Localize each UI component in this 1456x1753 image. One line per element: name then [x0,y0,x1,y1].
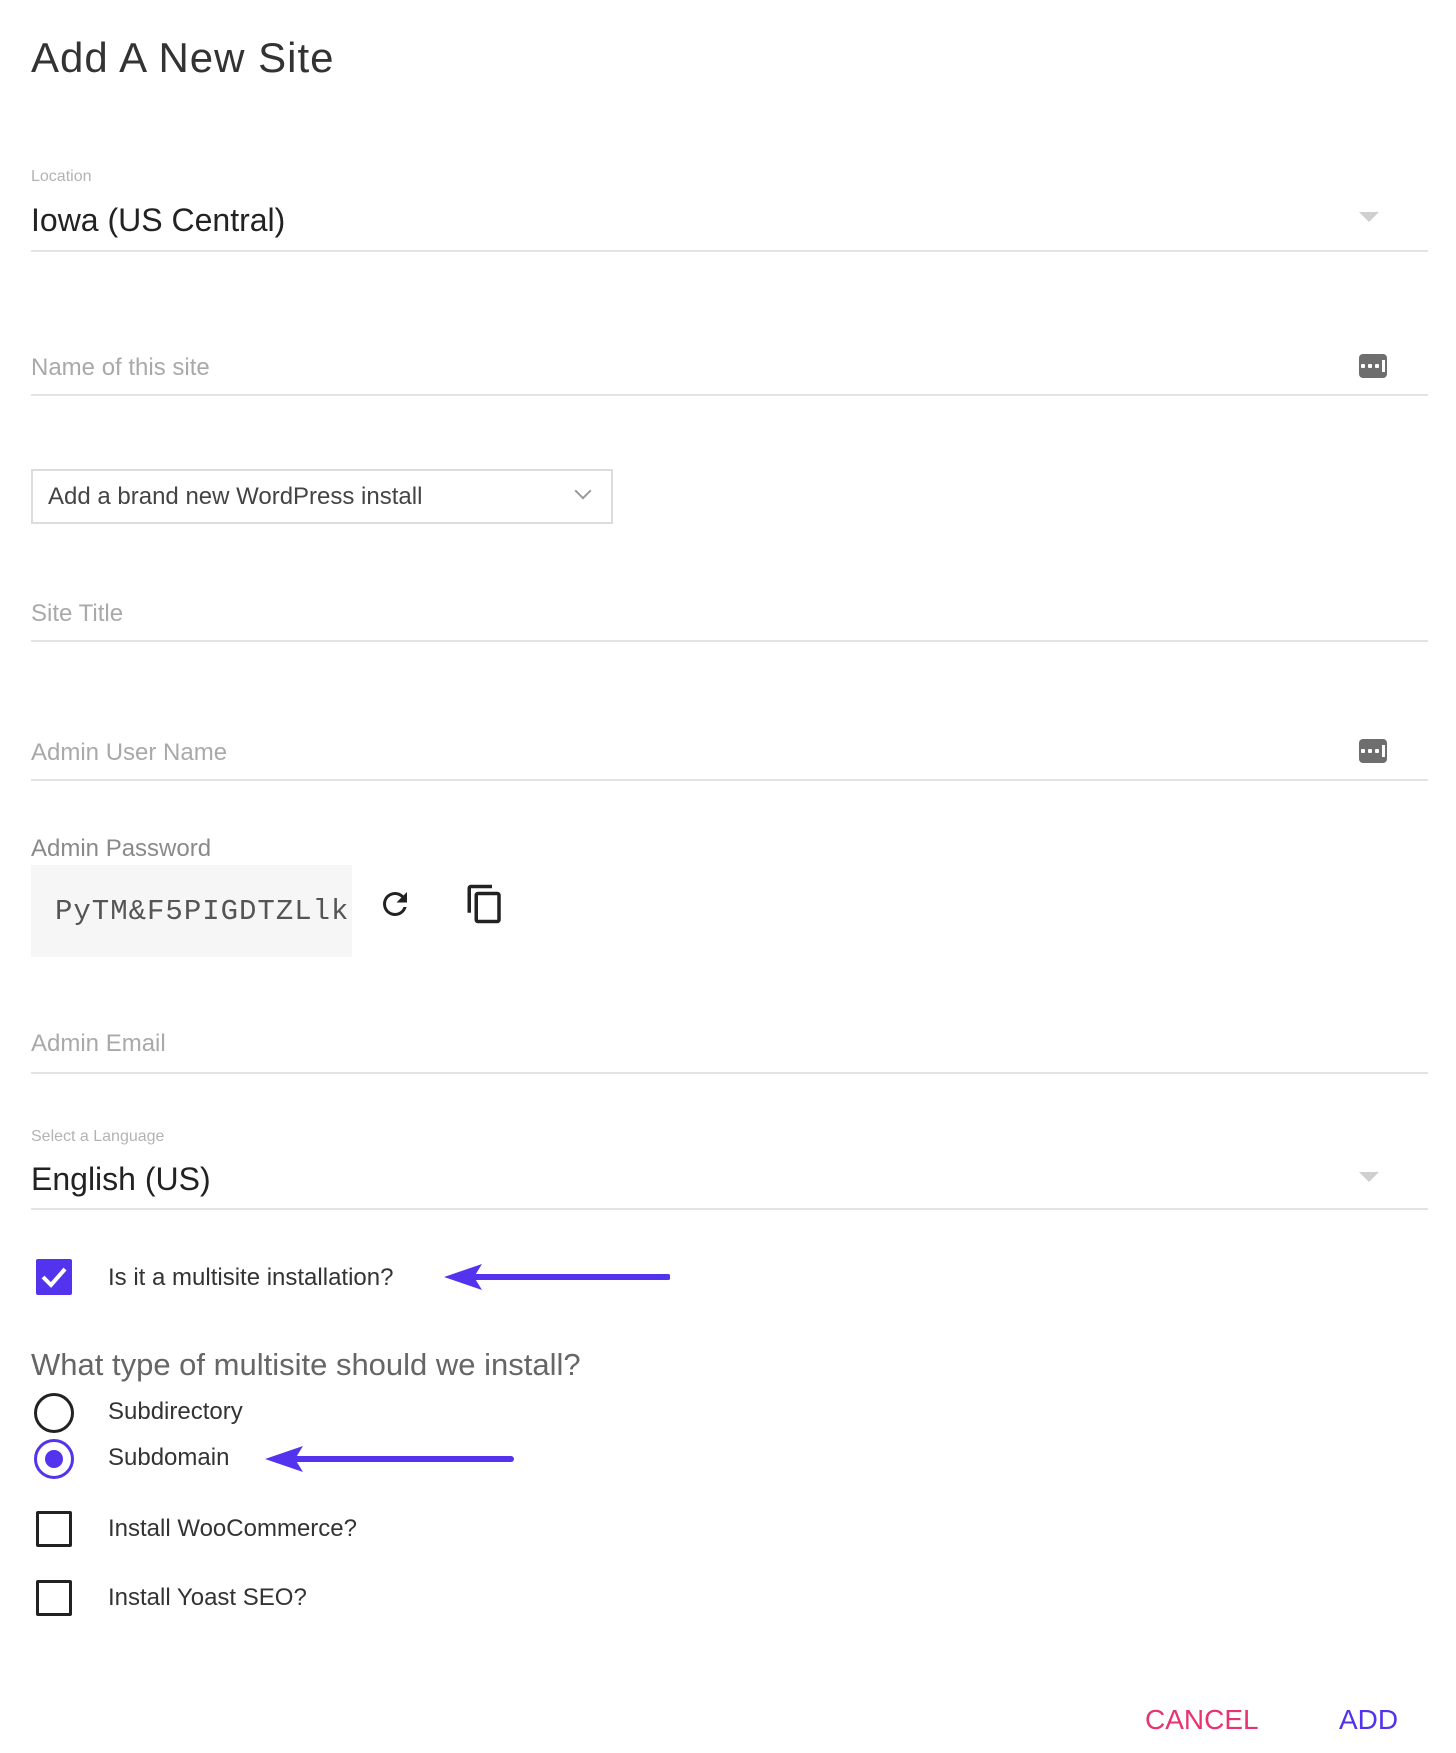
more-dots-icon[interactable] [1359,354,1387,378]
admin-user-input[interactable]: Admin User Name [31,739,227,767]
chevron-down-icon [574,482,592,500]
dialog-title: Add A New Site [31,34,335,81]
subdomain-label: Subdomain [108,1444,230,1471]
location-dropdown-icon[interactable] [1359,212,1379,222]
location-select[interactable]: Iowa (US Central) [31,202,285,239]
admin-password-field[interactable]: PyTM&F5PIGDTZLlk [31,865,352,957]
multisite-label: Is it a multisite installation? [108,1264,394,1291]
woocommerce-label: Install WooCommerce? [108,1515,357,1542]
yoast-checkbox[interactable] [36,1580,72,1616]
cancel-button[interactable]: CANCEL [1145,1704,1259,1736]
more-dots-icon[interactable] [1359,739,1387,763]
language-select[interactable]: English (US) [31,1161,211,1198]
radio-dot [45,1450,63,1468]
subdirectory-label: Subdirectory [108,1398,243,1425]
yoast-label: Install Yoast SEO? [108,1584,307,1611]
location-underline [31,250,1428,252]
install-type-select[interactable]: Add a brand new WordPress install [31,469,613,524]
checkmark-icon [41,1267,67,1288]
admin-user-underline [31,779,1428,781]
multisite-type-question: What type of multisite should we install… [31,1347,581,1382]
install-type-value: Add a brand new WordPress install [48,482,423,510]
site-title-input[interactable]: Site Title [31,600,123,628]
admin-password-label: Admin Password [31,835,212,862]
annotation-arrow-icon [265,1446,514,1472]
annotation-arrow-icon [444,1264,670,1290]
site-name-underline [31,394,1428,396]
language-label: Select a Language [31,1128,165,1145]
admin-email-underline [31,1072,1428,1074]
refresh-icon[interactable] [373,882,417,926]
language-dropdown-icon[interactable] [1359,1172,1379,1182]
copy-icon[interactable] [463,882,507,926]
location-label: Location [31,168,92,185]
subdomain-radio[interactable] [34,1439,74,1479]
language-underline [31,1208,1428,1210]
multisite-checkbox[interactable] [36,1259,72,1295]
woocommerce-checkbox[interactable] [36,1511,72,1547]
site-title-underline [31,640,1428,642]
admin-email-input[interactable]: Admin Email [31,1030,166,1058]
site-name-input[interactable]: Name of this site [31,354,210,382]
add-button[interactable]: ADD [1339,1704,1398,1736]
subdirectory-radio[interactable] [34,1393,74,1433]
